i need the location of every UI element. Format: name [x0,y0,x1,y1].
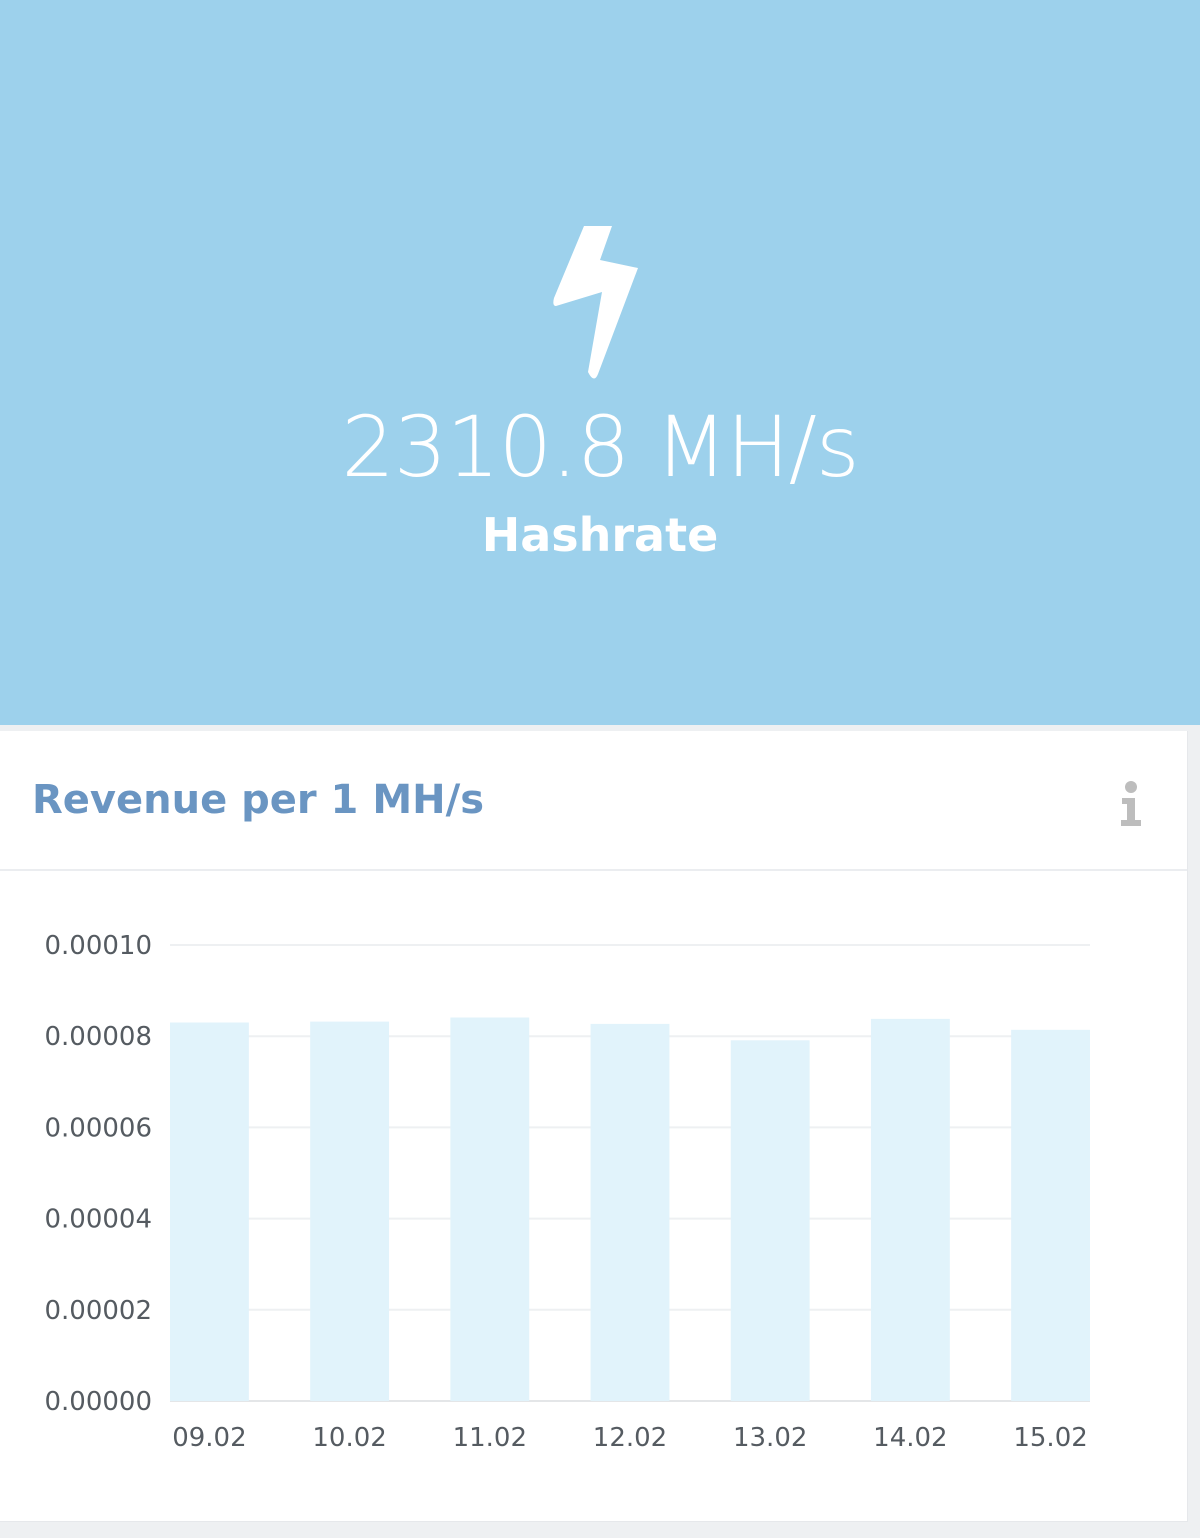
x-tick-label: 13.02 [733,1423,807,1453]
y-axis-ticks: 0.00000 0.00002 0.00004 0.00006 0.00008 0.000… [44,931,152,1417]
bar[interactable] [310,1021,390,1401]
bar[interactable] [170,1022,249,1401]
revenue-chart: 0.00000 0.00002 0.00004 0.00006 0.00008 0.000… [44,931,1090,1453]
y-tick-label: 0.00010 [44,931,152,961]
bars [170,1017,1090,1401]
bar[interactable] [730,1040,810,1401]
bar[interactable] [590,1023,670,1401]
bar[interactable] [1011,1029,1090,1401]
x-tick-label: 10.02 [312,1423,386,1453]
y-tick-label: 0.00000 [44,1387,152,1417]
y-tick-label: 0.00006 [44,1113,152,1143]
x-tick-label: 09.02 [172,1423,246,1453]
x-tick-label: 15.02 [1013,1423,1087,1453]
bar[interactable] [870,1018,950,1401]
y-tick-label: 0.00008 [44,1022,152,1052]
x-tick-label: 14.02 [873,1423,947,1453]
x-axis-ticks: 09.02 10.02 11.02 12.02 13.02 14.02 15.02 [172,1423,1088,1453]
y-tick-label: 0.00004 [44,1205,152,1235]
x-tick-label: 11.02 [453,1423,527,1453]
y-tick-label: 0.00002 [44,1296,152,1326]
x-tick-label: 12.02 [593,1423,667,1453]
bar[interactable] [450,1017,530,1401]
